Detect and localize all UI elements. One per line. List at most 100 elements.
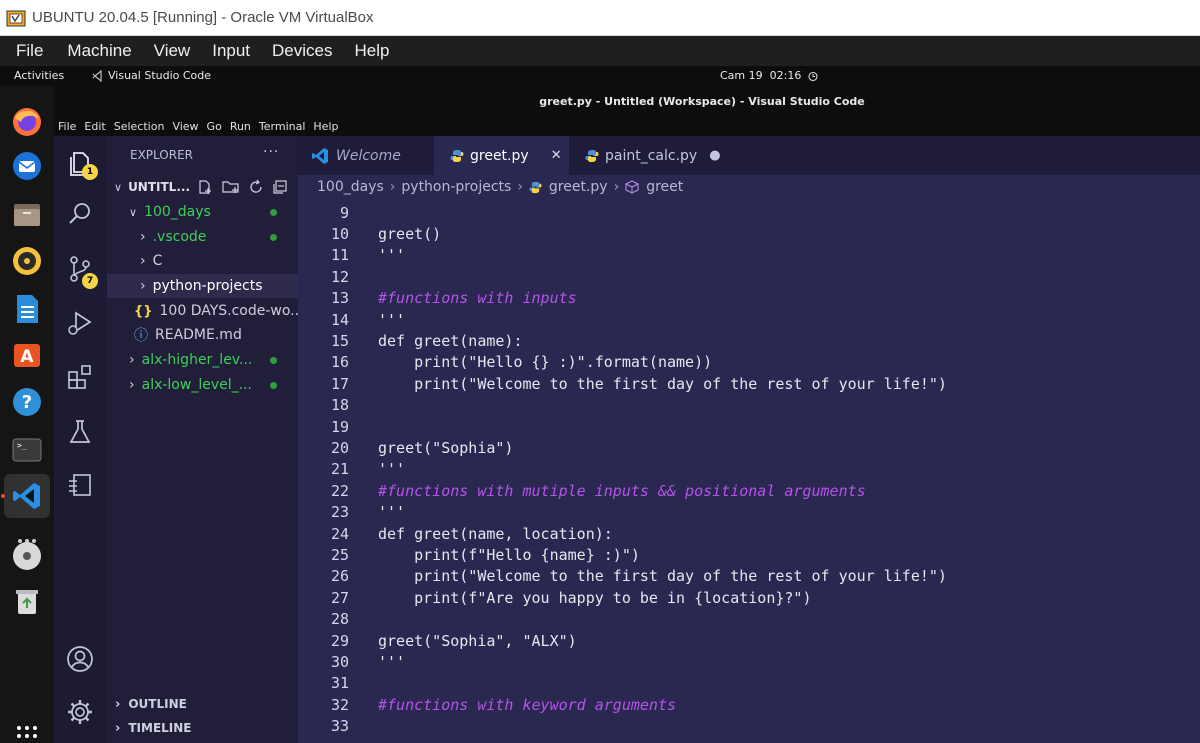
tree-folder-vscode[interactable]: › .vscode: [107, 225, 298, 249]
search-icon[interactable]: [65, 199, 95, 229]
tree-folder-alx-low[interactable]: › alx-low_level_...: [107, 373, 298, 397]
code-line[interactable]: 15 def greet(name):: [298, 330, 1200, 351]
vb-menu-file[interactable]: File: [16, 41, 43, 61]
new-folder-icon[interactable]: [222, 179, 240, 195]
menu-go[interactable]: Go: [207, 120, 222, 133]
tree-file-readme[interactable]: ⓘ README.md: [107, 323, 298, 347]
code-line[interactable]: 30 ''': [298, 651, 1200, 672]
dvd-icon[interactable]: [9, 538, 45, 574]
line-number: 20: [330, 438, 349, 457]
virtualbox-menubar: File Machine View Input Devices Help: [0, 36, 1200, 66]
code-line[interactable]: 21 ''': [298, 459, 1200, 480]
vb-menu-view[interactable]: View: [154, 41, 191, 61]
code-text: def greet(name, location):: [378, 524, 613, 543]
code-line[interactable]: 17 print("Welcome to the first day of th…: [298, 373, 1200, 394]
timeline-label: TIMELINE: [128, 721, 192, 735]
tree-folder-python-projects[interactable]: › python-projects: [107, 274, 298, 298]
code-line[interactable]: 26 print("Welcome to the first day of th…: [298, 566, 1200, 587]
git-status-dot: [270, 208, 277, 216]
code-line[interactable]: 11 ''': [298, 245, 1200, 266]
breadcrumb-item[interactable]: python-projects: [401, 179, 511, 195]
new-file-icon[interactable]: [197, 179, 213, 195]
svg-text:>_: >_: [17, 441, 27, 450]
menu-view[interactable]: View: [172, 120, 198, 133]
thunderbird-icon[interactable]: [9, 148, 45, 184]
vb-menu-machine[interactable]: Machine: [67, 41, 131, 61]
app-menu[interactable]: Visual Studio Code: [92, 69, 211, 82]
code-line[interactable]: 27 print(f"Are you happy to be in {locat…: [298, 587, 1200, 608]
terminal-icon[interactable]: >_: [9, 432, 45, 468]
menu-edit[interactable]: Edit: [84, 120, 105, 133]
settings-gear-icon[interactable]: [65, 697, 95, 727]
tab-welcome[interactable]: Welcome: [298, 136, 434, 175]
remote-explorer-icon[interactable]: [65, 471, 95, 501]
code-line[interactable]: 22 #functions with mutiple inputs && posi…: [298, 480, 1200, 501]
extensions-icon[interactable]: [65, 362, 95, 392]
clock-text: Cam 19 02:16: [720, 69, 802, 82]
menu-help[interactable]: Help: [313, 120, 338, 133]
menu-terminal[interactable]: Terminal: [259, 120, 306, 133]
ubuntu-dock: A ? >_: [0, 86, 54, 743]
menu-file[interactable]: File: [58, 120, 76, 133]
testing-icon[interactable]: [65, 417, 95, 447]
show-apps-icon[interactable]: [9, 716, 45, 743]
vb-menu-help[interactable]: Help: [355, 41, 390, 61]
folder-label: 100_days: [144, 204, 211, 220]
code-line[interactable]: 32 #functions with keyword arguments: [298, 694, 1200, 715]
code-comment: #functions with keyword arguments: [378, 695, 677, 714]
code-line[interactable]: 12: [298, 266, 1200, 287]
tree-file-workspace[interactable]: {} 100 DAYS.code-wo...: [107, 299, 304, 323]
vb-menu-input[interactable]: Input: [212, 41, 250, 61]
breadcrumb-item[interactable]: greet.py: [549, 179, 608, 195]
breadcrumb-item[interactable]: greet: [646, 179, 683, 195]
unsaved-dot-icon[interactable]: ●: [709, 148, 720, 163]
code-line[interactable]: 16 print("Hello {} :)".format(name)): [298, 352, 1200, 373]
vscode-icon[interactable]: [4, 474, 50, 518]
workspace-row[interactable]: ∨ UNTITL...: [107, 176, 298, 198]
files-icon[interactable]: [9, 196, 45, 232]
menu-selection[interactable]: Selection: [114, 120, 165, 133]
run-debug-icon[interactable]: [65, 308, 95, 338]
code-line[interactable]: 20 greet("Sophia"): [298, 437, 1200, 458]
code-line[interactable]: 23 ''': [298, 502, 1200, 523]
line-number: 30: [330, 652, 349, 671]
vb-menu-devices[interactable]: Devices: [272, 41, 332, 61]
code-line[interactable]: 18: [298, 395, 1200, 416]
trash-icon[interactable]: [9, 584, 45, 620]
code-text: ''': [378, 246, 406, 265]
tree-folder-c[interactable]: › C: [107, 249, 298, 273]
code-line[interactable]: 9: [298, 202, 1200, 223]
tree-folder-alx-higher[interactable]: › alx-higher_lev...: [107, 348, 298, 372]
tab-paint-calc-py[interactable]: paint_calc.py ●: [569, 136, 724, 175]
collapse-all-icon[interactable]: [272, 179, 288, 195]
tab-greet-py[interactable]: greet.py ✕: [434, 136, 569, 175]
help-icon[interactable]: ?: [9, 384, 45, 420]
code-text: ''': [378, 652, 406, 671]
accounts-icon[interactable]: [65, 644, 95, 674]
virtualbox-logo-icon: [6, 10, 26, 26]
code-line[interactable]: 13 #functions with inputs: [298, 288, 1200, 309]
clock[interactable]: Cam 19 02:16: [720, 69, 819, 82]
firefox-icon[interactable]: [9, 104, 45, 140]
software-icon[interactable]: A: [9, 336, 45, 372]
activities-button[interactable]: Activities: [14, 69, 64, 82]
explorer-more-button[interactable]: ···: [263, 144, 279, 160]
code-line[interactable]: 25 print(f"Hello {name} :)"): [298, 544, 1200, 565]
code-line[interactable]: 19: [298, 416, 1200, 437]
close-icon[interactable]: ✕: [551, 148, 562, 163]
writer-icon[interactable]: [9, 291, 45, 327]
code-line[interactable]: 33: [298, 716, 1200, 737]
timeline-section[interactable]: › TIMELINE: [107, 716, 298, 740]
breadcrumb-item[interactable]: 100_days: [317, 179, 384, 195]
code-line[interactable]: 29 greet("Sophia", "ALX"): [298, 630, 1200, 651]
code-line[interactable]: 28: [298, 609, 1200, 630]
menu-run[interactable]: Run: [230, 120, 251, 133]
code-line[interactable]: 31: [298, 673, 1200, 694]
code-line[interactable]: 24 def greet(name, location):: [298, 523, 1200, 544]
code-line[interactable]: 14 ''': [298, 309, 1200, 330]
tree-folder-100-days[interactable]: ∨ 100_days: [107, 200, 298, 224]
outline-section[interactable]: › OUTLINE: [107, 692, 298, 716]
code-line[interactable]: 10 greet(): [298, 223, 1200, 244]
rhythmbox-icon[interactable]: [9, 243, 45, 279]
refresh-icon[interactable]: [248, 179, 264, 195]
